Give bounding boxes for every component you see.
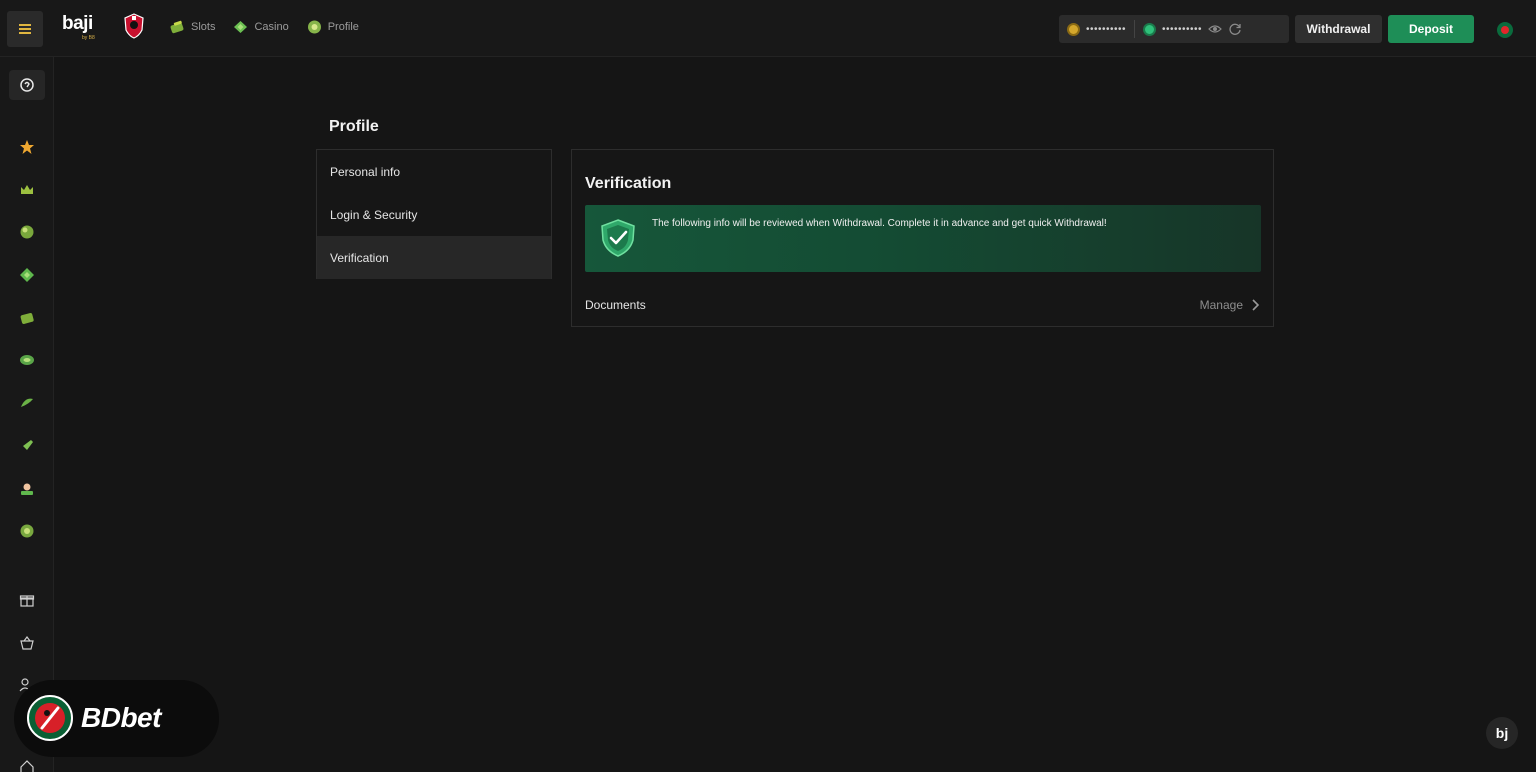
gift-icon: [19, 595, 35, 607]
bdbet-logo-icon: [27, 695, 73, 741]
top-bar: baji by B8 Slots Casino Profile ••••••••…: [0, 0, 1536, 57]
profile-menu-verification[interactable]: Verification: [317, 236, 551, 279]
bdbet-watermark: BDbet: [14, 680, 219, 757]
nav-item-casino[interactable]: Casino: [233, 20, 289, 34]
sidebar-item-sports[interactable]: [19, 224, 35, 240]
menu-toggle-button[interactable]: [7, 11, 43, 47]
casino-chip-icon: [20, 268, 34, 282]
language-flag-icon[interactable]: [1497, 22, 1513, 38]
manage-link[interactable]: Manage: [1200, 298, 1261, 312]
hamburger-icon: [19, 28, 31, 30]
support-icon: [20, 78, 34, 92]
sidebar-item-casino[interactable]: [19, 267, 35, 283]
star-icon: [20, 140, 34, 154]
nav-item-profile[interactable]: Profile: [307, 20, 359, 34]
bj-badge-icon[interactable]: bj: [1486, 717, 1518, 749]
logo-subtext: by B8: [82, 35, 95, 41]
globe-icon: [20, 524, 34, 538]
sidebar-item-hot[interactable]: [19, 139, 35, 155]
bonus-wallet-coin-icon: [1143, 22, 1157, 36]
documents-label: Documents: [585, 298, 646, 312]
bonus-balance: ••••••••••: [1162, 23, 1203, 35]
sidebar-support-button[interactable]: [9, 70, 45, 100]
profile-menu-login-security[interactable]: Login & Security: [317, 193, 551, 236]
refresh-icon[interactable]: [1228, 22, 1242, 36]
top-nav: Slots Casino Profile: [170, 20, 359, 34]
basket-icon: [20, 636, 34, 650]
crown-icon: [21, 185, 33, 194]
casino-icon: [234, 21, 248, 33]
rocket-icon: [22, 440, 33, 451]
table-game-icon: [20, 355, 34, 365]
sidebar-item-fishing[interactable]: [19, 395, 35, 411]
slots-icon: [170, 20, 184, 34]
fishing-icon: [21, 398, 33, 407]
balance-panel: •••••••••• ••••••••••: [1059, 15, 1289, 43]
verification-notice-text: The following info will be reviewed when…: [652, 218, 1107, 229]
documents-row[interactable]: Documents Manage: [585, 298, 1261, 312]
sidebar: [0, 57, 54, 772]
bdbet-watermark-text: BDbet: [81, 702, 161, 733]
sidebar-item-more[interactable]: [19, 523, 35, 539]
sidebar-item-table[interactable]: [19, 352, 35, 368]
sidebar-item-vip[interactable]: [19, 182, 35, 198]
baji-logo[interactable]: baji by B8: [62, 13, 102, 45]
sidebar-item-promotions[interactable]: [19, 592, 35, 608]
profile-menu: Personal info Login & Security Verificat…: [316, 149, 552, 279]
sidebar-item-lottery[interactable]: [19, 481, 35, 497]
profile-menu-personal-info[interactable]: Personal info: [317, 150, 551, 193]
main-wallet-coin-icon: [1067, 22, 1080, 36]
chevron-right-icon: [1252, 299, 1260, 311]
sidebar-item-home[interactable]: [19, 759, 35, 772]
sidebar-item-slots[interactable]: [19, 310, 35, 326]
main-balance: ••••••••••: [1086, 23, 1127, 35]
shield-check-icon: [601, 219, 635, 257]
deposit-button[interactable]: Deposit: [1388, 15, 1474, 43]
profile-icon: [307, 20, 321, 34]
verification-card: Verification The following info will be …: [571, 149, 1274, 327]
club-crest-icon[interactable]: [123, 13, 145, 39]
eye-icon[interactable]: [1208, 22, 1222, 36]
withdrawal-button[interactable]: Withdrawal: [1295, 15, 1382, 43]
home-icon: [20, 760, 34, 772]
sidebar-item-crash[interactable]: [19, 438, 35, 454]
slot-machine-icon: [20, 313, 34, 324]
lottery-icon: [21, 483, 33, 495]
ball-icon: [20, 225, 34, 239]
sidebar-item-rewards[interactable]: [19, 635, 35, 651]
nav-item-slots[interactable]: Slots: [170, 20, 215, 34]
verification-title: Verification: [585, 175, 672, 192]
verification-notice-banner: The following info will be reviewed when…: [585, 205, 1261, 272]
logo-text: baji: [62, 13, 93, 34]
balance-divider: [1134, 20, 1136, 38]
page-title: Profile: [329, 118, 379, 135]
